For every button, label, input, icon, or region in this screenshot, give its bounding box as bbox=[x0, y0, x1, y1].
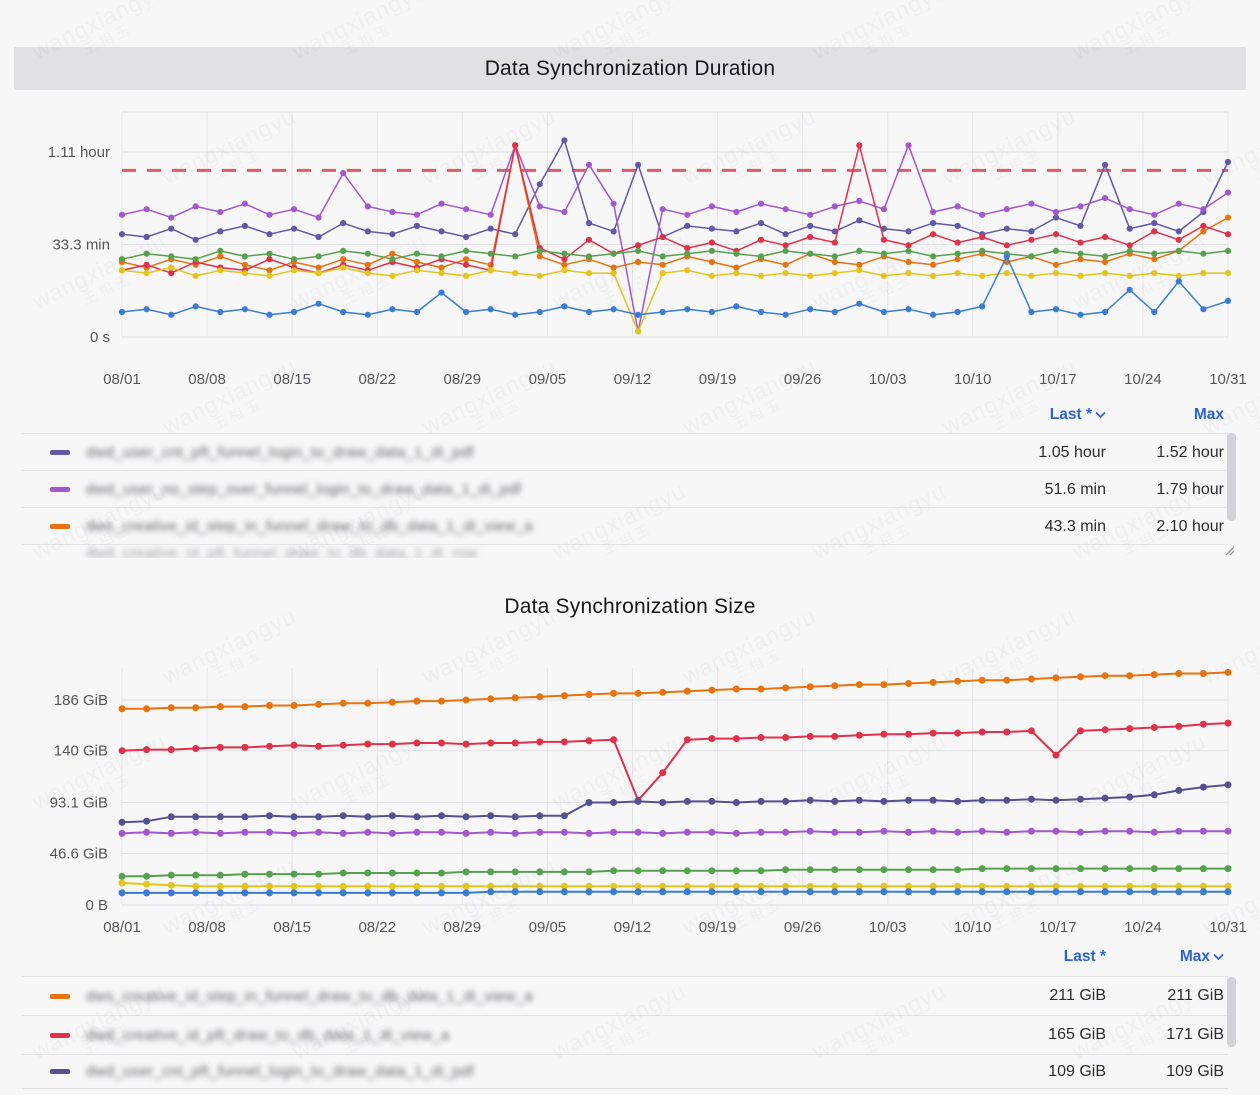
series-swatch[interactable] bbox=[50, 524, 70, 529]
legend-row: dws_creative_id_step_in_funnel_draw_to_d… bbox=[22, 976, 1228, 1015]
series-swatch[interactable] bbox=[50, 487, 70, 492]
legend-last-value: 165 GiB bbox=[956, 1026, 1106, 1044]
svg-text:09/19: 09/19 bbox=[699, 919, 737, 936]
svg-text:09/12: 09/12 bbox=[614, 371, 652, 388]
duration-orange bbox=[119, 142, 1231, 273]
size-yellow bbox=[119, 880, 1232, 890]
legend-last-value: 211 GiB bbox=[956, 987, 1106, 1005]
chart-duration: 08/01 08/08 08/15 08/22 08/29 09/05 09/12 09/19… bbox=[48, 112, 1247, 388]
svg-text:0 B: 0 B bbox=[85, 897, 108, 914]
dashboard: 08/01 08/08 08/15 08/22 08/29 09/05 09/12 09/19… bbox=[0, 0, 1260, 1095]
size-orange bbox=[119, 669, 1232, 712]
size-legend-scrollbar[interactable] bbox=[1227, 977, 1236, 1047]
svg-text:140 GiB: 140 GiB bbox=[54, 743, 108, 760]
svg-text:186 GiB: 186 GiB bbox=[54, 692, 108, 709]
series-name-redacted[interactable]: dwd_user_cnt_pft_funnel_login_to_draw_da… bbox=[86, 444, 956, 461]
svg-text:10/17: 10/17 bbox=[1039, 919, 1077, 936]
series-swatch[interactable] bbox=[50, 450, 70, 455]
duration-yellow bbox=[119, 265, 1231, 335]
duration-panel-title: Data Synchronization Duration bbox=[485, 57, 776, 81]
legend-max-value: 109 GiB bbox=[1106, 1063, 1228, 1081]
size-green bbox=[119, 865, 1232, 880]
svg-text:08/15: 08/15 bbox=[273, 371, 311, 388]
series-swatch[interactable] bbox=[50, 1069, 70, 1074]
legend-last-value: 43.3 min bbox=[956, 518, 1106, 536]
svg-text:08/08: 08/08 bbox=[188, 919, 226, 936]
svg-text:08/01: 08/01 bbox=[103, 371, 141, 388]
svg-text:08/08: 08/08 bbox=[188, 371, 226, 388]
legend-max-value: 171 GiB bbox=[1106, 1026, 1228, 1044]
svg-text:09/19: 09/19 bbox=[699, 371, 737, 388]
legend-last-value: 109 GiB bbox=[956, 1063, 1106, 1081]
svg-text:1.11 hour: 1.11 hour bbox=[48, 144, 110, 161]
svg-text:09/05: 09/05 bbox=[529, 919, 567, 936]
svg-text:10/17: 10/17 bbox=[1039, 371, 1077, 388]
duration-panel-titlebar[interactable]: Data Synchronization Duration bbox=[14, 47, 1246, 90]
legend-row: dwd_user_no_step_over_funnel_login_to_dr… bbox=[22, 470, 1228, 508]
svg-text:09/26: 09/26 bbox=[784, 919, 822, 936]
chevron-down-icon bbox=[1095, 411, 1106, 419]
svg-text:33.3 min: 33.3 min bbox=[52, 236, 110, 253]
svg-text:08/22: 08/22 bbox=[358, 371, 396, 388]
svg-text:10/10: 10/10 bbox=[954, 919, 992, 936]
svg-text:09/26: 09/26 bbox=[784, 371, 822, 388]
svg-text:08/01: 08/01 bbox=[103, 919, 141, 936]
legend-row-clipped: dwd_creative_id_pft_funnel_draw_to_db_da… bbox=[22, 544, 1228, 558]
legend-row: dwd_user_cnt_pft_funnel_login_to_draw_da… bbox=[22, 1054, 1228, 1088]
svg-text:10/10: 10/10 bbox=[954, 371, 992, 388]
duration-legend-sort-max[interactable]: Max bbox=[1106, 406, 1228, 424]
size-red bbox=[119, 720, 1232, 804]
chart-size: 08/01 08/08 08/15 08/22 08/29 09/05 09/12 09/19… bbox=[50, 668, 1247, 936]
svg-text:10/31: 10/31 bbox=[1209, 371, 1247, 388]
duration-purple-dark bbox=[119, 137, 1231, 243]
duration-panel-resize-handle[interactable] bbox=[1224, 543, 1235, 561]
svg-text:10/03: 10/03 bbox=[869, 371, 907, 388]
size-violet bbox=[119, 828, 1232, 837]
svg-text:08/29: 08/29 bbox=[444, 371, 482, 388]
series-name-redacted[interactable]: dws_creative_id_step_in_funnel_draw_to_d… bbox=[86, 518, 956, 535]
svg-text:08/29: 08/29 bbox=[444, 919, 482, 936]
series-name-redacted[interactable]: dwd_user_no_step_over_funnel_login_to_dr… bbox=[86, 481, 956, 498]
duration-legend-scrollbar[interactable] bbox=[1227, 433, 1236, 521]
legend-max-value: 2.10 hour bbox=[1106, 518, 1228, 536]
legend-row: dwd_creative_id_pft_draw_to_db_data_1_di… bbox=[22, 1015, 1228, 1054]
size-panel-titlebar[interactable]: Data Synchronization Size bbox=[14, 585, 1246, 628]
size-legend-sort-max[interactable]: Max bbox=[1106, 948, 1228, 966]
duration-legend-header: Last * Max bbox=[22, 402, 1228, 428]
duration-red bbox=[119, 142, 1231, 276]
series-swatch[interactable] bbox=[50, 994, 70, 999]
svg-text:09/12: 09/12 bbox=[614, 919, 652, 936]
series-name-redacted[interactable]: dws_creative_id_step_in_funnel_draw_to_d… bbox=[86, 988, 956, 1005]
legend-last-value: 1.05 hour bbox=[956, 444, 1106, 462]
legend-row: dwd_user_cnt_pft_funnel_login_to_draw_da… bbox=[22, 433, 1228, 471]
series-name-redacted[interactable]: dwd_creative_id_pft_draw_to_db_data_1_di… bbox=[86, 1027, 956, 1044]
series-name-redacted: dwd_creative_id_pft_funnel_draw_to_db_da… bbox=[86, 545, 477, 558]
legend-max-value: 211 GiB bbox=[1106, 987, 1228, 1005]
svg-text:08/22: 08/22 bbox=[358, 919, 396, 936]
size-purple-dark bbox=[119, 781, 1232, 825]
series-name-redacted[interactable]: dwd_user_cnt_pft_funnel_login_to_draw_da… bbox=[86, 1063, 956, 1080]
size-legend-header: Last * Max bbox=[22, 944, 1228, 970]
svg-text:10/03: 10/03 bbox=[869, 919, 907, 936]
legend-max-value: 1.79 hour bbox=[1106, 481, 1228, 499]
svg-text:46.6 GiB: 46.6 GiB bbox=[50, 846, 108, 863]
svg-text:10/24: 10/24 bbox=[1124, 371, 1162, 388]
size-blue bbox=[119, 888, 1232, 896]
svg-text:09/05: 09/05 bbox=[529, 371, 567, 388]
size-panel-title: Data Synchronization Size bbox=[504, 595, 755, 619]
svg-text:08/15: 08/15 bbox=[273, 919, 311, 936]
svg-text:93.1 GiB: 93.1 GiB bbox=[50, 794, 108, 811]
legend-row: dws_creative_id_step_in_funnel_draw_to_d… bbox=[22, 507, 1228, 545]
svg-text:10/24: 10/24 bbox=[1124, 919, 1162, 936]
panel-bottom-divider bbox=[22, 1088, 1228, 1089]
size-legend-sort-last[interactable]: Last * bbox=[956, 948, 1106, 966]
series-swatch[interactable] bbox=[50, 1033, 70, 1038]
chevron-down-icon bbox=[1213, 953, 1224, 961]
svg-text:10/31: 10/31 bbox=[1209, 919, 1247, 936]
duration-legend-sort-last[interactable]: Last * bbox=[956, 406, 1106, 424]
legend-last-value: 51.6 min bbox=[956, 481, 1106, 499]
svg-text:0 s: 0 s bbox=[90, 329, 110, 346]
legend-max-value: 1.52 hour bbox=[1106, 444, 1228, 462]
